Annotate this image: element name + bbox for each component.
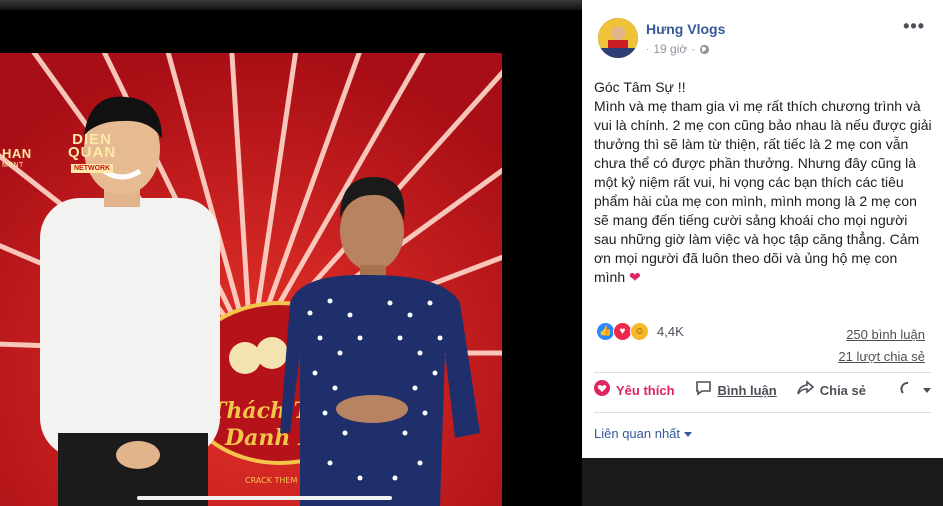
post-meta: · 19 giờ · [646,42,710,56]
action-bar: Yêu thích Bình luận Chia sẻ [594,380,932,401]
watermark-left: HAN MENT [2,146,32,169]
shares-count-link[interactable]: 21 lượt chia sẻ [838,349,925,364]
avatar[interactable] [598,18,638,58]
stage-illustration: Thách Thức Danh Hài CRACK THEM UP [0,53,502,506]
comment-label: Bình luận [717,383,777,398]
media-scrubber[interactable] [137,496,392,500]
dien-quan-logo: DIEN QUAN NETWORK [68,131,117,173]
post-body: Góc Tâm Sự !! Mình và mẹ tham gia vì mẹ … [594,78,932,287]
love-icon [594,380,610,401]
post-panel: Hưng Vlogs · 19 giờ · ••• Góc Tâm Sự !! … [582,0,943,506]
photo-viewer: Thách Thức Danh Hài CRACK THEM UP [0,0,582,506]
divider [594,412,931,413]
reaction-summary[interactable]: 👍 ♥ ☺ 4,4K [596,322,684,341]
post-time[interactable]: 19 giờ [653,42,687,56]
share-icon [796,380,814,401]
comment-button[interactable]: Bình luận [695,380,777,401]
dot-separator: · [691,42,696,56]
loading-spinner-icon [900,381,916,400]
dot-separator: · [646,43,650,55]
more-options-button[interactable]: ••• [903,16,925,37]
reaction-count[interactable]: 4,4K [657,324,684,339]
sort-label: Liên quan nhất [594,426,681,441]
caret-down-icon [683,426,692,441]
divider [594,372,931,373]
viewer-gutter [502,53,582,506]
background-strip [0,0,582,10]
heart-icon: ❤ [629,269,641,285]
author-name[interactable]: Hưng Vlogs [646,21,725,37]
comment-sort-dropdown[interactable]: Liên quan nhất [594,426,692,441]
post-stats: 250 bình luận 21 lượt chia sẻ [838,324,925,368]
like-button[interactable]: Yêu thích [594,380,675,401]
post-photo[interactable]: Thách Thức Danh Hài CRACK THEM UP [0,53,502,506]
share-button[interactable]: Chia sẻ [796,380,866,401]
post-text: Mình và mẹ tham gia vì mẹ rất thích chươ… [594,98,932,285]
panel-bottom-edge [582,458,943,506]
reaction-picker-button[interactable] [900,381,932,400]
comment-icon [695,380,712,401]
haha-reaction-icon: ☺ [630,322,649,341]
globe-icon [700,44,710,54]
like-label: Yêu thích [616,383,675,398]
share-label: Chia sẻ [819,383,866,398]
chevron-down-icon [922,383,932,398]
post-title-line: Góc Tâm Sự !! [594,79,686,95]
comments-count-link[interactable]: 250 bình luận [846,327,925,342]
